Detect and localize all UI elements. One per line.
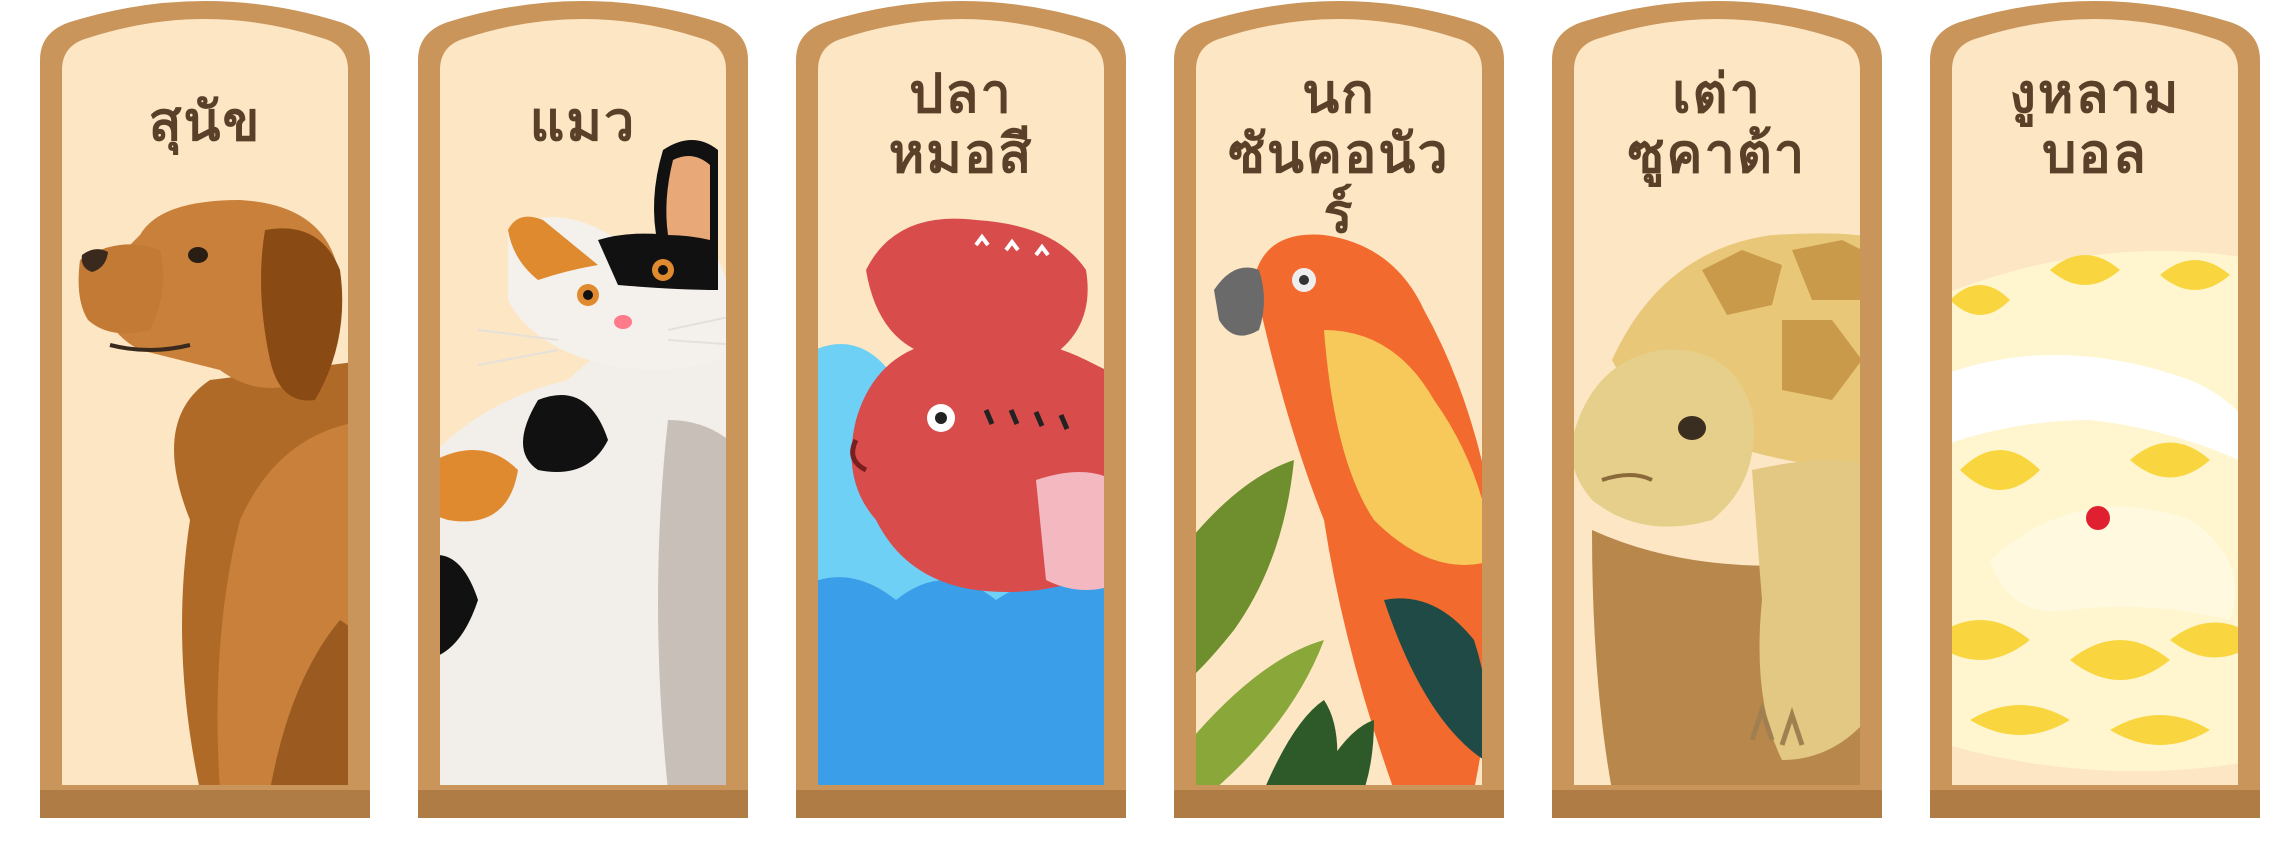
card-title: เต่า ซูคาต้า	[1627, 62, 1807, 185]
card-snake[interactable]: งูหลาม บอล	[1930, 0, 2260, 818]
card-title: สุนัข	[148, 90, 262, 153]
card-tortoise[interactable]: เต่า ซูคาต้า	[1552, 0, 1882, 818]
card-title: ปลา หมอสี	[888, 62, 1034, 185]
card-cat[interactable]: แมว	[418, 0, 748, 818]
card-title: งูหลาม บอล	[2009, 62, 2181, 185]
card-dog[interactable]: สุนัข	[40, 0, 370, 818]
card-title: นก ซันคอนัวร์	[1228, 62, 1450, 245]
card-bird[interactable]: นก ซันคอนัวร์	[1174, 0, 1504, 818]
pet-cards-row: สุนัข แมว ปลา หมอสี นก ซันคอนัวร์ เต่า ซ…	[0, 0, 2283, 844]
card-title: แมว	[529, 90, 637, 153]
card-fish[interactable]: ปลา หมอสี	[796, 0, 1126, 818]
ball-python-illustration	[1952, 251, 2238, 772]
